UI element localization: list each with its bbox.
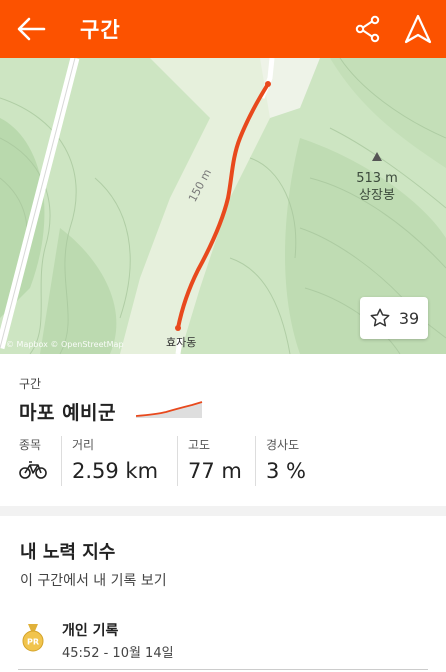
bicycle-icon <box>19 461 47 479</box>
divider <box>18 669 428 670</box>
stat-grade: 경사도 3 % <box>255 436 345 486</box>
segment-map[interactable]: 513 m 상장봉 150 m 효자동 © Mapbox © OpenStree… <box>0 58 446 354</box>
segment-stats: 종목 거리 2.59 km 고도 77 m 경사도 3 % <box>19 436 429 486</box>
peak-elevation: 513 m <box>356 171 398 186</box>
navigation-arrow-icon[interactable] <box>402 13 434 45</box>
elevation-label: 고도 <box>188 438 211 452</box>
effort-subtitle[interactable]: 이 구간에서 내 기록 보기 <box>20 570 167 590</box>
elevation-profile-thumbnail <box>136 401 203 418</box>
effort-title: 내 노력 지수 <box>20 542 116 563</box>
segment-name: 마포 예비군 <box>19 402 117 424</box>
stat-elevation: 고도 77 m <box>177 436 255 486</box>
star-count: 39 <box>398 308 420 328</box>
distance-value: 2.59 km <box>72 459 159 483</box>
distance-label: 거리 <box>72 438 95 452</box>
town-label: 효자동 <box>166 336 197 349</box>
top-bar: 구간 <box>0 0 446 58</box>
segment-kicker: 구간 <box>19 377 42 391</box>
stat-distance: 거리 2.59 km <box>61 436 177 486</box>
elevation-value: 77 m <box>188 459 242 483</box>
share-icon[interactable] <box>352 13 384 45</box>
stat-sport: 종목 <box>19 436 61 486</box>
sport-label: 종목 <box>19 438 42 452</box>
pr-badge-text: PR <box>27 638 39 647</box>
peak-label: 513 m 상장봉 <box>350 170 404 204</box>
star-button[interactable]: 39 <box>360 297 428 339</box>
star-icon <box>370 308 390 327</box>
peak-name: 상장봉 <box>359 188 395 203</box>
map-attribution[interactable]: © Mapbox © OpenStreetMap <box>6 340 124 349</box>
page-title: 구간 <box>80 18 121 42</box>
segment-summary-card: 구간 마포 예비군 종목 거리 2.59 km 고도 77 m 경사도 3 % <box>0 354 446 506</box>
pr-title[interactable]: 개인 기록 <box>62 620 118 640</box>
pr-detail: 45:52 - 10월 14일 <box>62 646 174 661</box>
pr-medal-icon: PR <box>22 624 44 652</box>
grade-label: 경사도 <box>266 438 300 452</box>
grade-value: 3 % <box>266 459 306 483</box>
my-effort-section: 내 노력 지수 이 구간에서 내 기록 보기 PR 개인 기록 45:52 - … <box>0 516 446 672</box>
back-arrow-icon[interactable] <box>14 13 48 45</box>
